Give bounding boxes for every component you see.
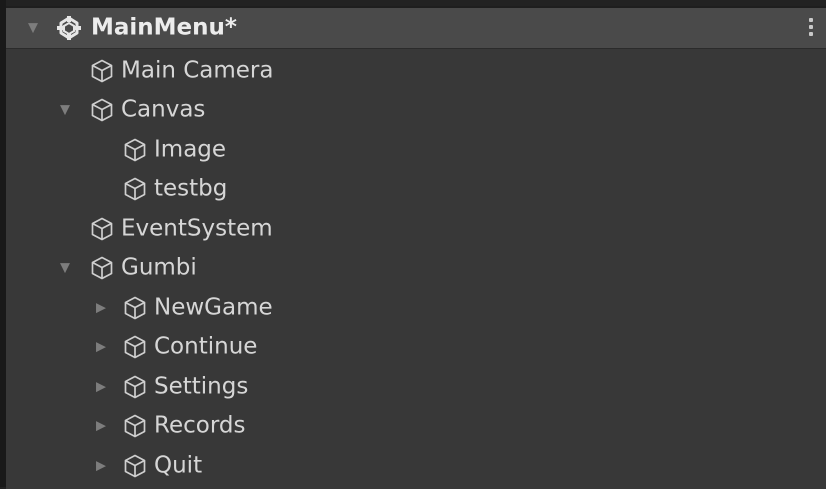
hierarchy-item-label: Continue xyxy=(154,333,258,360)
expand-arrow-icon[interactable]: ▼ xyxy=(60,104,70,117)
hierarchy-item[interactable]: ▼ Gumbi xyxy=(6,249,826,288)
gameobject-cube-icon xyxy=(124,454,146,477)
kebab-menu-icon[interactable] xyxy=(808,18,814,38)
scene-title: MainMenu* xyxy=(91,14,237,41)
hierarchy-item-label: Settings xyxy=(154,373,249,399)
hierarchy-item-label: EventSystem xyxy=(121,215,273,241)
hierarchy-item[interactable]: ▶ Records xyxy=(6,407,826,446)
scene-header-row[interactable]: ▼ MainMenu* xyxy=(6,8,826,49)
hierarchy-item[interactable]: ▶ Settings xyxy=(6,367,826,406)
hierarchy-item-label: Quit xyxy=(154,452,203,478)
collapse-arrow-icon[interactable]: ▶ xyxy=(96,380,106,393)
hierarchy-item-label: Gumbi xyxy=(121,254,197,281)
expand-arrow-icon[interactable]: ▼ xyxy=(60,262,70,275)
hierarchy-item[interactable]: ▼ Canvas xyxy=(6,91,826,130)
gameobject-cube-icon xyxy=(124,177,146,201)
gameobject-cube-icon xyxy=(91,217,113,240)
hierarchy-item-label: Canvas xyxy=(121,96,206,123)
hierarchy-item[interactable]: ▶ Continue xyxy=(6,328,826,367)
unity-scene-icon xyxy=(57,16,81,40)
hierarchy-item-label: testbg xyxy=(154,175,228,202)
gameobject-cube-icon xyxy=(91,256,113,280)
hierarchy-item-label: Records xyxy=(154,412,246,439)
hierarchy-item[interactable]: ▶ Quit xyxy=(6,446,826,485)
hierarchy-panel: ▼ MainMenu* Main Camera ▼ Canvas Image testb… xyxy=(6,6,826,489)
gameobject-cube-icon xyxy=(91,98,113,122)
collapse-arrow-icon[interactable]: ▶ xyxy=(96,459,106,472)
hierarchy-item-label: Main Camera xyxy=(121,57,274,83)
collapse-arrow-icon[interactable]: ▶ xyxy=(96,301,106,314)
expand-arrow-icon[interactable]: ▼ xyxy=(28,22,38,35)
gameobject-cube-icon xyxy=(124,335,146,359)
collapse-arrow-icon[interactable]: ▶ xyxy=(96,420,106,433)
hierarchy-item[interactable]: EventSystem xyxy=(6,209,826,248)
hierarchy-item[interactable]: Main Camera xyxy=(6,51,826,90)
hierarchy-item-label: Image xyxy=(154,136,227,162)
gameobject-cube-icon xyxy=(124,375,146,398)
hierarchy-item[interactable]: Image xyxy=(6,130,826,169)
gameobject-cube-icon xyxy=(124,296,146,319)
collapse-arrow-icon[interactable]: ▶ xyxy=(96,341,106,354)
gameobject-cube-icon xyxy=(124,414,146,438)
hierarchy-item[interactable]: testbg xyxy=(6,170,826,209)
gameobject-cube-icon xyxy=(124,138,146,161)
hierarchy-item[interactable]: ▶ NewGame xyxy=(6,288,826,327)
hierarchy-item-label: NewGame xyxy=(154,294,273,320)
gameobject-cube-icon xyxy=(91,59,113,82)
